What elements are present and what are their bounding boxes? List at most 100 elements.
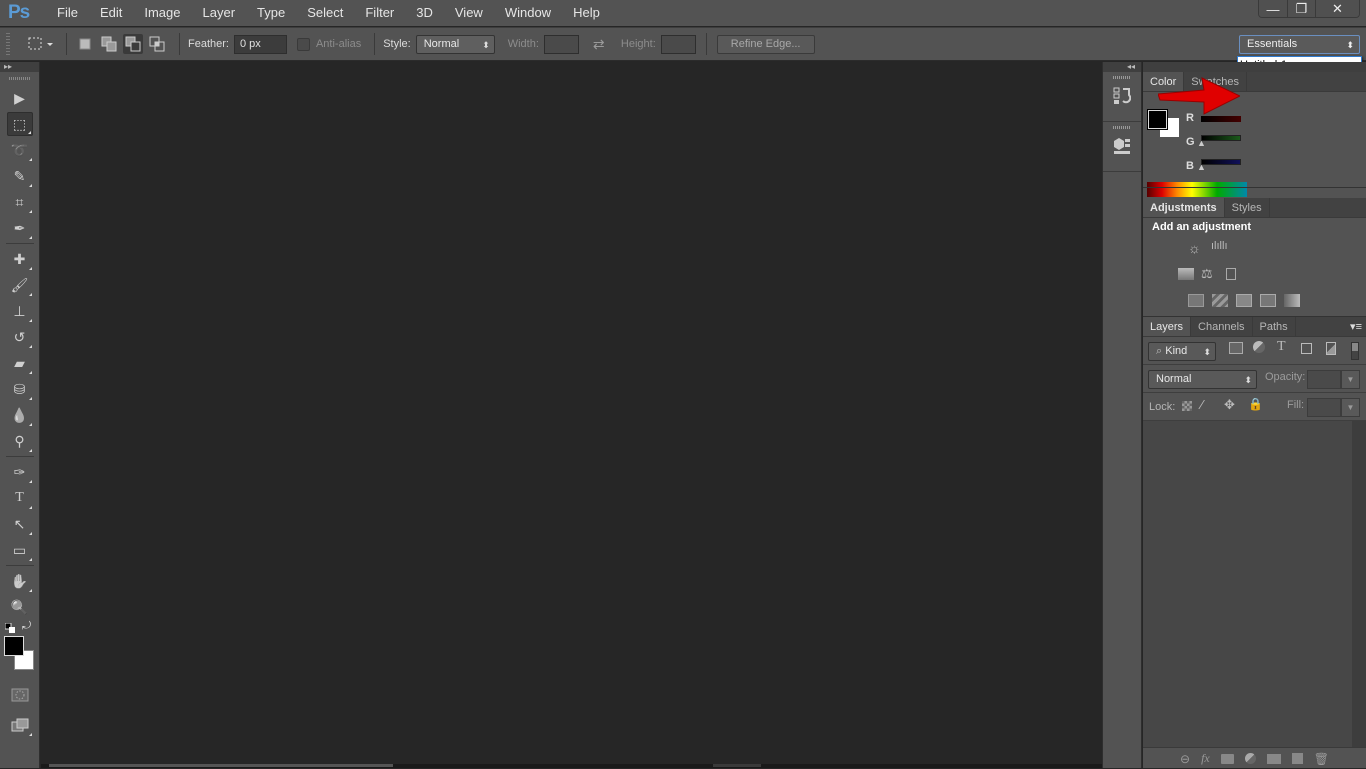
menu-file[interactable]: File (46, 0, 89, 26)
horizontal-scrollbar[interactable] (41, 764, 1142, 768)
posterize-icon[interactable] (1212, 294, 1228, 307)
menu-filter[interactable]: Filter (354, 0, 405, 26)
restore-button[interactable]: ❐ (1287, 0, 1315, 17)
layers-scrollbar[interactable] (1352, 421, 1366, 747)
lock-position-icon[interactable]: ✥ (1224, 397, 1235, 413)
g-slider[interactable] (1201, 135, 1241, 141)
tab-styles[interactable]: Styles (1225, 198, 1270, 217)
tool-preset-picker[interactable] (26, 34, 54, 54)
opacity-dropdown-button[interactable]: ▼ (1341, 370, 1360, 389)
paint-bucket-tool[interactable]: ⛁ (7, 377, 33, 401)
gradient-map-icon[interactable] (1284, 294, 1300, 307)
layers-list[interactable] (1143, 421, 1352, 747)
hand-tool[interactable]: ✋ (7, 569, 33, 593)
default-colors-icon[interactable] (4, 622, 15, 633)
menu-3d[interactable]: 3D (405, 0, 444, 26)
filter-toggle[interactable] (1351, 342, 1359, 360)
fill-input[interactable] (1307, 398, 1341, 417)
rectangle-tool[interactable]: ▭ (7, 538, 33, 562)
feather-input[interactable]: 0 px (233, 34, 287, 54)
background-color-swatch[interactable] (4, 636, 24, 656)
tab-channels[interactable]: Channels (1191, 317, 1253, 336)
color-balance-icon[interactable]: ⚖ (1201, 266, 1213, 282)
r-slider[interactable] (1201, 116, 1241, 122)
toolbar-grip[interactable] (8, 77, 31, 80)
swap-colors-icon[interactable]: ⤾ (22, 620, 31, 633)
lock-transparent-pixels-icon[interactable] (1182, 401, 1192, 411)
style-select[interactable]: Normal ⬍ (415, 34, 495, 54)
width-input[interactable] (543, 34, 579, 54)
lock-image-pixels-icon[interactable]: ⁄ (1201, 397, 1203, 412)
invert-icon[interactable] (1188, 294, 1204, 307)
add-layer-mask-icon[interactable] (1220, 753, 1234, 764)
menu-layer[interactable]: Layer (192, 0, 247, 26)
opacity-input[interactable] (1307, 370, 1341, 389)
selective-color-icon[interactable] (1260, 294, 1276, 307)
swap-dimensions-icon[interactable]: ⇄ (593, 36, 615, 53)
tab-adjustments[interactable]: Adjustments (1143, 198, 1225, 217)
levels-icon[interactable]: ılıllı (1211, 240, 1228, 252)
menu-type[interactable]: Type (246, 0, 296, 26)
menu-window[interactable]: Window (494, 0, 562, 26)
blend-mode-select[interactable]: Normal ⬍ (1148, 370, 1257, 389)
layer-style-fx-icon[interactable]: fx (1201, 751, 1210, 766)
blur-tool[interactable]: 💧 (7, 403, 33, 427)
close-button[interactable]: ✕ (1315, 0, 1359, 17)
lock-all-icon[interactable]: 🔒 (1248, 397, 1263, 411)
link-layers-icon[interactable]: ⊖ (1180, 752, 1190, 766)
layer-filter-select[interactable]: ⌕ Kind ⬍ (1148, 342, 1216, 361)
history-panel-button[interactable] (1103, 72, 1141, 122)
delete-layer-icon[interactable]: 🗑 (1314, 752, 1329, 766)
eyedropper-tool[interactable]: ✒ (7, 216, 33, 240)
new-layer-icon[interactable] (1291, 753, 1303, 764)
menu-edit[interactable]: Edit (89, 0, 133, 26)
smart-object-filter-icon[interactable] (1326, 342, 1336, 355)
new-group-icon[interactable] (1266, 753, 1281, 764)
minimize-button[interactable]: — (1259, 0, 1287, 17)
b-slider[interactable] (1201, 159, 1241, 165)
lasso-tool[interactable]: ➰ (7, 138, 33, 162)
refine-edge-button[interactable]: Refine Edge... (716, 34, 815, 54)
fill-dropdown-button[interactable]: ▼ (1341, 398, 1360, 417)
add-to-selection-button[interactable] (99, 34, 119, 54)
rectangular-marquee-tool[interactable]: ⬚ (6, 112, 33, 136)
quick-selection-tool[interactable]: ✎ (7, 164, 33, 188)
crop-tool[interactable]: ⌗ (7, 190, 33, 214)
anti-alias-checkbox[interactable] (296, 37, 310, 51)
b-slider-handle[interactable]: ▲ (1197, 162, 1206, 172)
vibrance-icon[interactable] (1226, 268, 1236, 280)
new-selection-button[interactable] (75, 34, 95, 54)
options-bar-grip[interactable] (6, 33, 10, 55)
pen-tool[interactable]: ✑ (7, 460, 33, 484)
clone-stamp-tool[interactable]: ⊥ (7, 299, 33, 323)
properties-panel-button[interactable] (1103, 122, 1141, 172)
brush-tool[interactable]: 🖌 (7, 273, 33, 297)
expand-toolbar-icon[interactable]: ▸▸ (0, 62, 39, 72)
menu-image[interactable]: Image (133, 0, 191, 26)
type-layer-filter-icon[interactable]: T (1277, 339, 1286, 355)
pixel-layer-filter-icon[interactable] (1229, 342, 1243, 354)
adjustment-layer-filter-icon[interactable] (1253, 341, 1265, 353)
healing-brush-tool[interactable]: ✚ (7, 247, 33, 271)
subtract-from-selection-button[interactable] (123, 34, 143, 54)
type-tool[interactable]: T (7, 486, 33, 510)
eraser-tool[interactable]: ▰ (7, 351, 33, 375)
collapse-dock-icon[interactable]: ◂◂ (1103, 62, 1141, 72)
threshold-icon[interactable] (1236, 294, 1252, 307)
menu-view[interactable]: View (444, 0, 494, 26)
move-tool[interactable]: ▶ (7, 86, 33, 110)
dodge-tool[interactable]: ⚲ (7, 429, 33, 453)
quick-mask-button[interactable] (7, 683, 33, 707)
tab-layers[interactable]: Layers (1143, 317, 1192, 336)
shape-layer-filter-icon[interactable] (1301, 343, 1312, 354)
history-brush-tool[interactable]: ↺ (7, 325, 33, 349)
menu-help[interactable]: Help (562, 0, 611, 26)
workspace-switcher[interactable]: Essentials ⬍ (1239, 35, 1360, 54)
menu-select[interactable]: Select (296, 0, 354, 26)
document-canvas-area[interactable] (41, 62, 1102, 764)
brightness-contrast-icon[interactable]: ☼ (1188, 240, 1201, 256)
panel-menu-icon[interactable]: ▾≡ (1350, 317, 1366, 336)
exposure-icon[interactable] (1178, 268, 1194, 280)
new-adjustment-layer-icon[interactable] (1244, 753, 1256, 764)
tab-paths[interactable]: Paths (1253, 317, 1296, 336)
